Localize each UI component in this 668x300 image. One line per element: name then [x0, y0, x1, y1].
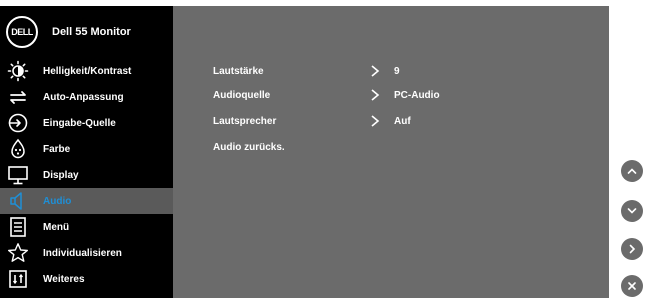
- sidebar-item-display[interactable]: Display: [0, 162, 173, 188]
- sidebar: DELL Dell 55 Monitor Helligkeit/Kontrast…: [0, 6, 173, 298]
- sidebar-item-menu[interactable]: Menü: [0, 214, 173, 240]
- star-icon: [6, 241, 30, 265]
- sidebar-item-label: Helligkeit/Kontrast: [43, 65, 132, 77]
- monitor-title: Dell 55 Monitor: [52, 26, 131, 38]
- setting-value: 9: [394, 65, 400, 77]
- sidebar-item-audio[interactable]: Audio: [0, 188, 173, 214]
- sidebar-item-others[interactable]: Weiteres: [0, 266, 173, 292]
- exit-button[interactable]: [621, 275, 643, 297]
- chevron-right-icon: [629, 244, 636, 254]
- sidebar-item-label: Individualisieren: [43, 247, 122, 259]
- setting-row-audio-source[interactable]: Audioquelle PC-Audio: [173, 82, 609, 108]
- setting-row-volume[interactable]: Lautstärke 9: [173, 58, 609, 84]
- setting-row-audio-reset[interactable]: Audio zurücks.: [173, 134, 609, 160]
- color-palette-icon: [6, 137, 30, 161]
- setting-value: Auf: [394, 115, 411, 127]
- sidebar-item-label: Eingabe-Quelle: [43, 117, 116, 129]
- setting-row-speaker[interactable]: Lautsprecher Auf: [173, 108, 609, 134]
- select-button[interactable]: [621, 238, 643, 260]
- brightness-icon: [6, 59, 30, 83]
- sidebar-item-label: Weiteres: [43, 273, 85, 285]
- chevron-up-icon: [627, 168, 637, 174]
- setting-label: Lautstärke: [213, 65, 264, 77]
- sidebar-item-label: Farbe: [43, 143, 71, 155]
- sidebar-item-color[interactable]: Farbe: [0, 136, 173, 162]
- monitor-osd: DELL Dell 55 Monitor Helligkeit/Kontrast…: [0, 6, 609, 298]
- exit-icon: [628, 282, 636, 290]
- setting-label: Lautsprecher: [213, 115, 277, 127]
- down-button[interactable]: [621, 200, 643, 222]
- setting-label: Audio zurücks.: [213, 141, 285, 153]
- auto-adjust-icon: [6, 85, 30, 109]
- sidebar-item-label: Auto-Anpassung: [43, 91, 124, 103]
- up-button[interactable]: [621, 160, 643, 182]
- info-icon: [6, 267, 30, 291]
- chevron-down-icon: [627, 208, 637, 214]
- sidebar-item-input-source[interactable]: Eingabe-Quelle: [0, 110, 173, 136]
- brand-header: DELL Dell 55 Monitor: [0, 6, 173, 58]
- main-menu: Helligkeit/Kontrast Auto-Anpassung Einga…: [0, 58, 173, 292]
- sidebar-item-label: Display: [43, 169, 79, 181]
- audio-submenu: Lautstärke 9 Audioquelle PC-Audio Lautsp…: [173, 6, 609, 298]
- sidebar-item-personalize[interactable]: Individualisieren: [0, 240, 173, 266]
- sidebar-item-auto-adjust[interactable]: Auto-Anpassung: [0, 84, 173, 110]
- chevron-right-icon: [371, 65, 380, 77]
- input-source-icon: [6, 111, 30, 135]
- setting-value: PC-Audio: [394, 89, 440, 101]
- sidebar-item-label: Menü: [43, 221, 70, 233]
- sidebar-item-label: Audio: [43, 195, 72, 207]
- speaker-icon: [6, 189, 30, 213]
- chevron-right-icon: [371, 89, 380, 101]
- chevron-right-icon: [371, 115, 380, 127]
- dell-logo: DELL: [6, 16, 38, 48]
- setting-label: Audioquelle: [213, 89, 271, 101]
- sidebar-item-brightness-contrast[interactable]: Helligkeit/Kontrast: [0, 58, 173, 84]
- menu-icon: [6, 215, 30, 239]
- display-icon: [6, 163, 30, 187]
